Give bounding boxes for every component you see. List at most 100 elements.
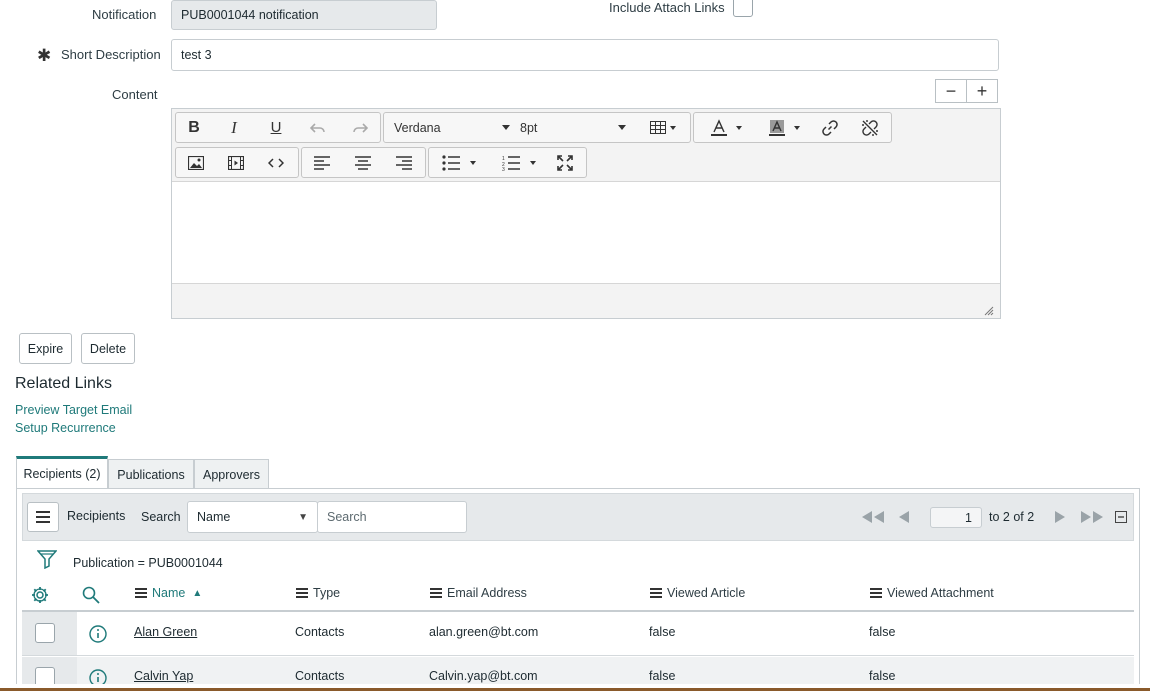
previous-page-icon[interactable] bbox=[898, 510, 910, 527]
setup-recurrence-link[interactable]: Setup Recurrence bbox=[15, 421, 116, 435]
required-icon: ✱ bbox=[37, 46, 52, 65]
column-header-viewed-article[interactable]: Viewed Article bbox=[650, 586, 745, 600]
editor-body[interactable] bbox=[172, 183, 1000, 283]
undo-icon[interactable] bbox=[300, 113, 336, 142]
unlink-icon[interactable] bbox=[852, 113, 888, 142]
font-group: Verdana 8pt bbox=[383, 112, 691, 143]
resize-handle-icon[interactable] bbox=[984, 304, 994, 316]
recipient-viewed-article: false bbox=[649, 625, 676, 639]
column-header-name[interactable]: Name ▲ bbox=[135, 586, 202, 600]
recipient-name-link[interactable]: Calvin Yap bbox=[134, 669, 193, 683]
chevron-down-icon bbox=[530, 160, 536, 165]
include-attach-links-checkbox[interactable] bbox=[733, 0, 753, 17]
hamburger-icon bbox=[36, 511, 50, 523]
align-left-icon[interactable] bbox=[304, 148, 340, 177]
expire-button[interactable]: Expire bbox=[19, 333, 72, 364]
italic-button[interactable]: I bbox=[216, 113, 252, 142]
first-page-icon[interactable] bbox=[861, 510, 885, 527]
font-size-select[interactable]: 8pt bbox=[520, 113, 626, 142]
redo-icon[interactable] bbox=[342, 113, 378, 142]
bottom-border bbox=[0, 688, 1150, 691]
list-group: 123 bbox=[428, 147, 587, 178]
font-size-value: 8pt bbox=[520, 120, 538, 135]
column-menu-icon[interactable] bbox=[650, 588, 662, 598]
column-viewed-article-label[interactable]: Viewed Article bbox=[667, 586, 745, 600]
code-icon[interactable] bbox=[258, 148, 294, 177]
short-description-label: Short Description bbox=[61, 47, 161, 62]
column-menu-icon[interactable] bbox=[870, 588, 882, 598]
font-family-value: Verdana bbox=[394, 120, 441, 135]
recipient-type: Contacts bbox=[295, 625, 345, 639]
search-field-value: Name bbox=[197, 510, 231, 524]
background-color-icon[interactable] bbox=[758, 113, 810, 142]
align-group bbox=[301, 147, 426, 178]
format-group: B I U bbox=[175, 112, 381, 143]
short-description-input[interactable]: test 3 bbox=[171, 39, 999, 71]
column-name-label[interactable]: Name bbox=[152, 586, 185, 600]
align-center-icon[interactable] bbox=[345, 148, 381, 177]
column-viewed-attachment-label[interactable]: Viewed Attachment bbox=[887, 586, 994, 600]
font-family-select[interactable]: Verdana bbox=[394, 113, 510, 142]
recipient-viewed-article: false bbox=[649, 669, 676, 683]
search-field-select[interactable]: Name ▼ bbox=[187, 501, 318, 533]
page-range-text: to 2 of 2 bbox=[989, 510, 1035, 524]
fullscreen-icon[interactable] bbox=[547, 148, 583, 177]
tab-approvers[interactable]: Approvers bbox=[194, 459, 269, 489]
info-icon[interactable] bbox=[89, 625, 107, 643]
page-number-input[interactable]: 1 bbox=[930, 507, 982, 528]
notification-field[interactable]: PUB0001044 notification bbox=[171, 0, 437, 30]
column-header-viewed-attachment[interactable]: Viewed Attachment bbox=[870, 586, 994, 600]
bold-button[interactable]: B bbox=[176, 113, 212, 142]
collapse-editor-button[interactable]: − bbox=[935, 79, 967, 103]
column-type-label[interactable]: Type bbox=[313, 586, 340, 600]
sort-ascending-icon: ▲ bbox=[192, 587, 203, 599]
media-icon[interactable] bbox=[218, 148, 254, 177]
recipient-name-link[interactable]: Alan Green bbox=[134, 625, 197, 639]
list-menu-button[interactable] bbox=[27, 502, 59, 532]
column-header-email[interactable]: Email Address bbox=[430, 586, 527, 600]
recipient-email: alan.green@bt.com bbox=[429, 625, 539, 639]
column-header-type[interactable]: Type bbox=[296, 586, 340, 600]
collapse-list-icon[interactable] bbox=[1115, 511, 1127, 526]
next-page-icon[interactable] bbox=[1054, 510, 1066, 527]
notification-label: Notification bbox=[92, 7, 157, 22]
include-attach-links-label: Include Attach Links bbox=[609, 0, 725, 15]
chevron-down-icon bbox=[470, 160, 476, 165]
delete-button[interactable]: Delete bbox=[81, 333, 135, 364]
preview-target-email-link[interactable]: Preview Target Email bbox=[15, 403, 132, 417]
chevron-down-icon bbox=[736, 125, 742, 130]
text-color-icon[interactable] bbox=[700, 113, 752, 142]
table-icon[interactable] bbox=[644, 113, 682, 142]
content-label: Content bbox=[112, 87, 158, 102]
column-email-label[interactable]: Email Address bbox=[447, 586, 527, 600]
search-label: Search bbox=[141, 510, 181, 524]
link-icon[interactable] bbox=[812, 113, 848, 142]
recipient-type: Contacts bbox=[295, 669, 345, 683]
recipient-viewed-attachment: false bbox=[869, 669, 896, 683]
row-checkbox[interactable] bbox=[35, 623, 55, 643]
bullet-list-icon[interactable] bbox=[433, 148, 485, 177]
column-menu-icon[interactable] bbox=[135, 588, 147, 598]
last-page-icon[interactable] bbox=[1080, 510, 1104, 527]
column-menu-icon[interactable] bbox=[296, 588, 308, 598]
chevron-down-icon: ▼ bbox=[298, 511, 308, 523]
related-links-heading: Related Links bbox=[15, 375, 112, 392]
search-icon[interactable] bbox=[82, 586, 100, 604]
color-group bbox=[693, 112, 892, 143]
chevron-down-icon bbox=[618, 125, 626, 130]
tab-recipients[interactable]: Recipients (2) bbox=[16, 456, 108, 489]
svg-text:3: 3 bbox=[502, 167, 505, 171]
search-input[interactable]: Search bbox=[317, 501, 467, 533]
column-menu-icon[interactable] bbox=[430, 588, 442, 598]
expand-editor-button[interactable]: + bbox=[966, 79, 998, 103]
recipient-viewed-attachment: false bbox=[869, 625, 896, 639]
numbered-list-icon[interactable]: 123 bbox=[493, 148, 545, 177]
chevron-down-icon bbox=[670, 125, 676, 130]
filter-icon[interactable] bbox=[37, 549, 57, 569]
align-right-icon[interactable] bbox=[386, 148, 422, 177]
tab-publications[interactable]: Publications bbox=[108, 459, 194, 489]
image-icon[interactable] bbox=[178, 148, 214, 177]
chevron-down-icon bbox=[502, 125, 510, 130]
underline-button[interactable]: U bbox=[258, 113, 294, 142]
gear-icon[interactable] bbox=[31, 586, 49, 604]
